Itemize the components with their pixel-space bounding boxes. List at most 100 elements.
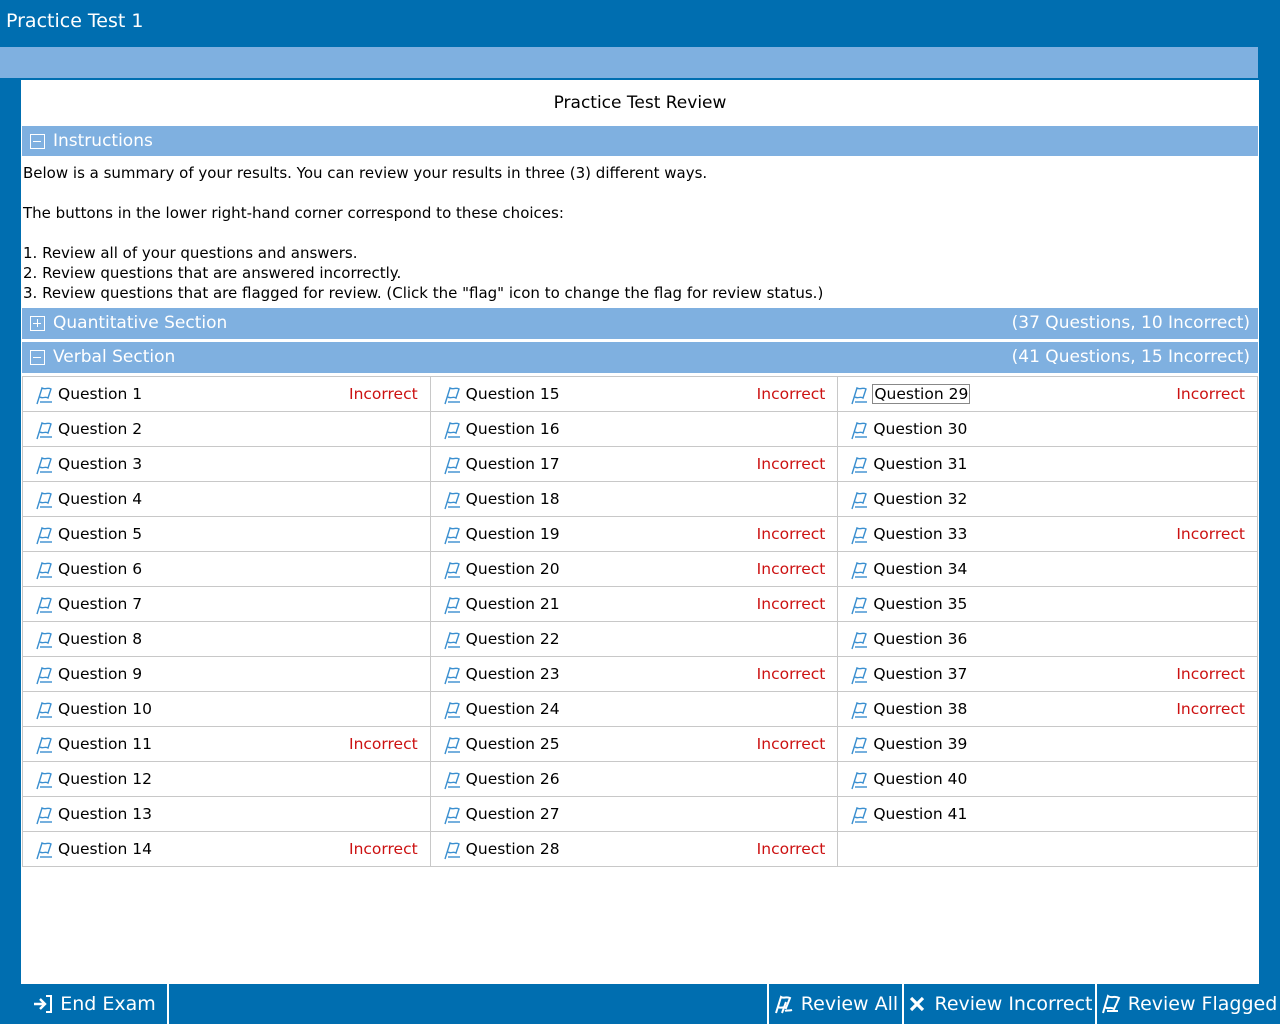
section-header-verbal[interactable]: Verbal Section (41 Questions, 15 Incorre… <box>22 342 1258 373</box>
question-link[interactable]: Question 40 <box>872 770 968 788</box>
question-link[interactable]: Question 26 <box>465 770 561 788</box>
collapse-icon[interactable] <box>30 350 45 365</box>
question-link[interactable]: Question 19 <box>465 525 561 543</box>
flag-icon[interactable] <box>35 595 55 615</box>
question-item[interactable]: Question 21 Incorrect <box>430 587 839 622</box>
question-link[interactable]: Question 10 <box>57 700 153 718</box>
question-item[interactable]: Question 30 <box>838 412 1258 447</box>
flag-icon[interactable] <box>35 805 55 825</box>
question-item[interactable]: Question 17 Incorrect <box>430 447 839 482</box>
question-item[interactable]: Question 23 Incorrect <box>430 657 839 692</box>
question-link[interactable]: Question 39 <box>872 735 968 753</box>
question-item[interactable]: Question 8 <box>23 622 431 657</box>
question-item[interactable]: Question 32 <box>838 482 1258 517</box>
question-item[interactable]: Question 20 Incorrect <box>430 552 839 587</box>
flag-icon[interactable] <box>850 805 870 825</box>
flag-icon[interactable] <box>850 630 870 650</box>
review-flagged-button[interactable]: Review Flagged <box>1097 984 1280 1024</box>
question-item[interactable]: Question 37 Incorrect <box>838 657 1258 692</box>
instructions-header[interactable]: Instructions <box>22 126 1258 156</box>
question-item[interactable]: Question 12 <box>23 762 431 797</box>
question-link[interactable]: Question 29 <box>872 384 971 404</box>
flag-icon[interactable] <box>443 385 463 405</box>
question-item[interactable]: Question 13 <box>23 797 431 832</box>
flag-icon[interactable] <box>443 455 463 475</box>
question-link[interactable]: Question 2 <box>57 420 143 438</box>
flag-icon[interactable] <box>443 840 463 860</box>
flag-icon[interactable] <box>443 735 463 755</box>
question-link[interactable]: Question 20 <box>465 560 561 578</box>
flag-icon[interactable] <box>850 700 870 720</box>
question-item[interactable]: Question 35 <box>838 587 1258 622</box>
flag-icon[interactable] <box>850 735 870 755</box>
flag-icon[interactable] <box>443 630 463 650</box>
flag-icon[interactable] <box>35 700 55 720</box>
question-item[interactable]: Question 10 <box>23 692 431 727</box>
question-item[interactable]: Question 36 <box>838 622 1258 657</box>
flag-icon[interactable] <box>443 490 463 510</box>
flag-icon[interactable] <box>443 560 463 580</box>
question-link[interactable]: Question 1 <box>57 385 143 403</box>
question-link[interactable]: Question 32 <box>872 490 968 508</box>
question-link[interactable]: Question 18 <box>465 490 561 508</box>
question-link[interactable]: Question 3 <box>57 455 143 473</box>
flag-icon[interactable] <box>35 560 55 580</box>
question-link[interactable]: Question 15 <box>465 385 561 403</box>
question-item[interactable]: Question 28 Incorrect <box>430 832 839 867</box>
flag-icon[interactable] <box>850 420 870 440</box>
flag-icon[interactable] <box>35 455 55 475</box>
question-link[interactable]: Question 38 <box>872 700 968 718</box>
question-link[interactable]: Question 27 <box>465 805 561 823</box>
flag-icon[interactable] <box>35 665 55 685</box>
question-link[interactable]: Question 5 <box>57 525 143 543</box>
question-link[interactable]: Question 7 <box>57 595 143 613</box>
flag-icon[interactable] <box>443 805 463 825</box>
flag-icon[interactable] <box>850 770 870 790</box>
question-item[interactable]: Question 18 <box>430 482 839 517</box>
flag-icon[interactable] <box>850 385 870 405</box>
flag-icon[interactable] <box>35 770 55 790</box>
question-item[interactable]: Question 19 Incorrect <box>430 517 839 552</box>
question-item[interactable]: Question 39 <box>838 727 1258 762</box>
question-link[interactable]: Question 34 <box>872 560 968 578</box>
question-item[interactable]: Question 9 <box>23 657 431 692</box>
flag-icon[interactable] <box>35 490 55 510</box>
question-link[interactable]: Question 11 <box>57 735 153 753</box>
expand-icon[interactable] <box>30 316 45 331</box>
question-link[interactable]: Question 12 <box>57 770 153 788</box>
flag-icon[interactable] <box>35 385 55 405</box>
question-link[interactable]: Question 35 <box>872 595 968 613</box>
question-link[interactable]: Question 31 <box>872 455 968 473</box>
question-link[interactable]: Question 33 <box>872 525 968 543</box>
flag-icon[interactable] <box>850 595 870 615</box>
question-link[interactable]: Question 23 <box>465 665 561 683</box>
question-item[interactable]: Question 24 <box>430 692 839 727</box>
question-link[interactable]: Question 36 <box>872 630 968 648</box>
flag-icon[interactable] <box>850 560 870 580</box>
flag-icon[interactable] <box>443 700 463 720</box>
question-link[interactable]: Question 4 <box>57 490 143 508</box>
question-item[interactable]: Question 2 <box>23 412 431 447</box>
question-item[interactable]: Question 38 Incorrect <box>838 692 1258 727</box>
flag-icon[interactable] <box>35 840 55 860</box>
review-incorrect-button[interactable]: Review Incorrect <box>904 984 1095 1024</box>
question-item[interactable]: Question 26 <box>430 762 839 797</box>
question-item[interactable]: Question 14 Incorrect <box>23 832 431 867</box>
question-item[interactable]: Question 4 <box>23 482 431 517</box>
flag-icon[interactable] <box>443 420 463 440</box>
question-item[interactable]: Question 25 Incorrect <box>430 727 839 762</box>
question-item[interactable]: Question 22 <box>430 622 839 657</box>
review-all-button[interactable]: Review All <box>769 984 902 1024</box>
question-link[interactable]: Question 41 <box>872 805 968 823</box>
question-link[interactable]: Question 13 <box>57 805 153 823</box>
question-link[interactable]: Question 22 <box>465 630 561 648</box>
question-item[interactable]: Question 1 Incorrect <box>23 377 431 412</box>
collapse-icon[interactable] <box>30 134 45 149</box>
flag-icon[interactable] <box>850 490 870 510</box>
question-link[interactable]: Question 21 <box>465 595 561 613</box>
flag-icon[interactable] <box>850 525 870 545</box>
flag-icon[interactable] <box>35 630 55 650</box>
question-link[interactable]: Question 28 <box>465 840 561 858</box>
question-link[interactable]: Question 8 <box>57 630 143 648</box>
flag-icon[interactable] <box>850 455 870 475</box>
